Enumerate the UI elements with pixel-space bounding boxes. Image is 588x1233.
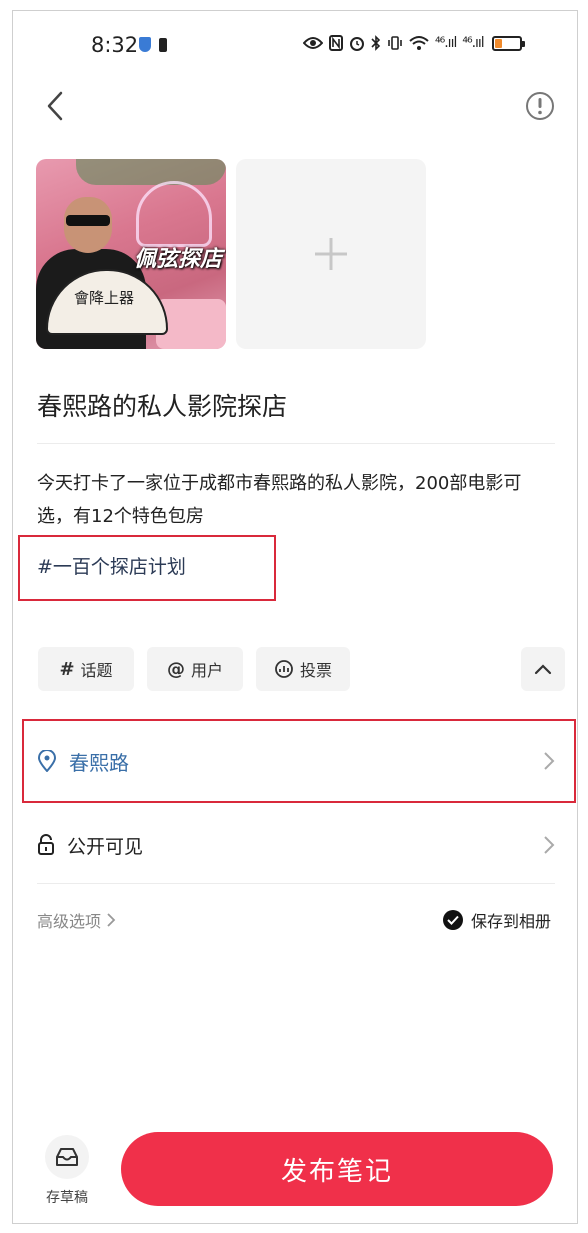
chevron-right-icon: [544, 836, 555, 854]
signal-icon-1: ⁴⁶.ııl: [435, 35, 457, 51]
status-right-icons: ⁴⁶.ııl ⁴⁶.ııl: [303, 35, 525, 51]
hash-icon: #: [59, 658, 75, 680]
back-icon[interactable]: [41, 89, 71, 123]
unlock-icon: [38, 834, 54, 855]
options-divider: [37, 883, 555, 884]
collapse-toolbar-button[interactable]: [521, 647, 565, 691]
eye-icon: [303, 37, 323, 49]
save-to-album-toggle[interactable]: 保存到相册: [443, 908, 551, 932]
publish-note-button[interactable]: 发布笔记: [121, 1132, 553, 1206]
vibrate-icon: [388, 36, 402, 50]
photo-overlay-text: 佩弦探店: [134, 247, 223, 272]
checkmark-icon: [443, 910, 463, 930]
photo-neon-sign: [136, 181, 212, 247]
nfc-icon: [329, 35, 343, 51]
hashtag-text[interactable]: #一百个探店计划: [37, 552, 186, 579]
visibility-label: 公开可见: [67, 835, 144, 858]
at-icon: @: [166, 658, 185, 680]
photo-fan-text: 會降上器: [74, 289, 135, 307]
alarm-icon: [350, 37, 364, 51]
chevron-right-icon: [544, 752, 555, 770]
draft-box-icon: [56, 1148, 78, 1166]
battery-saver-icon: [159, 37, 167, 52]
topic-label: 话题: [80, 661, 113, 680]
note-title-input[interactable]: 春熙路的私人影院探店: [37, 387, 287, 423]
wifi-icon: [409, 36, 429, 50]
location-label: 春熙路: [69, 750, 129, 775]
mention-user-button[interactable]: @ 用户: [147, 647, 243, 691]
location-row[interactable]: 春熙路: [37, 741, 555, 781]
photo-sunglasses: [66, 215, 110, 226]
draft-label: 存草稿: [46, 1190, 88, 1206]
info-icon[interactable]: [525, 91, 555, 121]
chevron-right-icon: [107, 913, 116, 927]
status-left-icons: [139, 37, 167, 52]
photo-thumbnail[interactable]: 會降上器 佩弦探店: [36, 159, 226, 349]
topic-button[interactable]: # 话题: [38, 647, 134, 691]
user-label: 用户: [190, 661, 223, 680]
note-description-input[interactable]: 今天打卡了一家位于成都市春熙路的私人影院，200部电影可选，有12个特色包房: [37, 467, 557, 533]
shield-icon: [139, 37, 151, 52]
plus-icon: [315, 238, 347, 270]
chevron-up-icon: [534, 664, 552, 675]
vote-icon: [275, 660, 293, 678]
advanced-options-link[interactable]: 高级选项: [37, 908, 116, 932]
signal-icon-2: ⁴⁶.ııl: [462, 35, 484, 51]
battery-icon: [491, 35, 525, 51]
vote-button[interactable]: 投票: [256, 647, 350, 691]
save-draft-button[interactable]: 存草稿: [39, 1135, 95, 1215]
phone-screen: 8:32 ⁴⁶.ııl ⁴⁶.ııl 會降上器 佩弦探店 春熙路的私人影院探店 …: [12, 10, 578, 1224]
visibility-row[interactable]: 公开可见: [37, 825, 555, 865]
location-pin-icon: [37, 750, 57, 772]
status-time: 8:32: [91, 33, 139, 57]
photo-plants: [76, 159, 226, 185]
bluetooth-icon: [371, 35, 381, 51]
status-bar: 8:32 ⁴⁶.ııl ⁴⁶.ııl: [13, 33, 579, 63]
title-divider: [37, 443, 555, 444]
add-image-button[interactable]: [236, 159, 426, 349]
draft-icon-circle: [45, 1135, 89, 1179]
save-album-label: 保存到相册: [471, 912, 552, 931]
advanced-options-label: 高级选项: [37, 912, 102, 931]
vote-label: 投票: [299, 661, 332, 680]
